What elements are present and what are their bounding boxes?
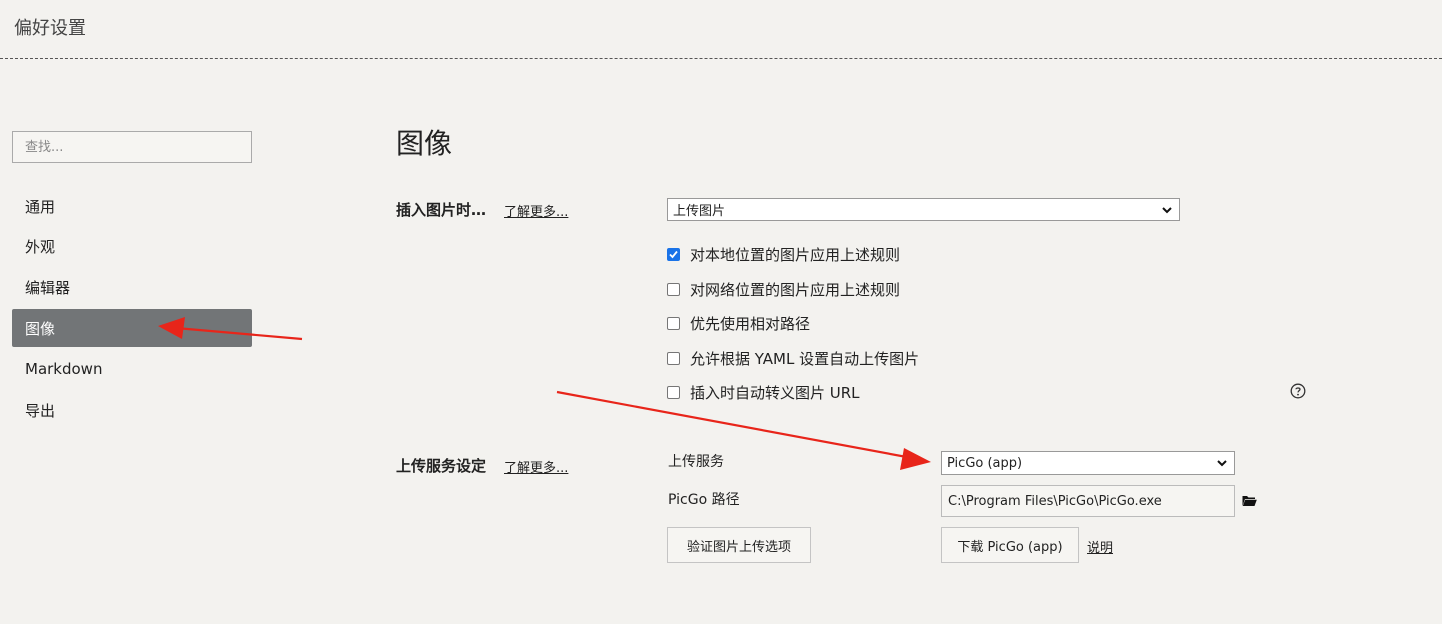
sidebar-item-label: 外观	[25, 237, 56, 256]
checkbox-apply-network[interactable]: 对网络位置的图片应用上述规则	[667, 278, 900, 300]
checkbox-apply-local[interactable]: 对本地位置的图片应用上述规则	[667, 243, 900, 265]
sidebar-item-label: Markdown	[25, 360, 103, 378]
insert-image-action-select[interactable]: 上传图片	[667, 198, 1180, 221]
select-value: 上传图片	[673, 204, 726, 219]
checkbox-label: 插入时自动转义图片 URL	[690, 383, 860, 402]
sidebar-item-label: 通用	[25, 197, 56, 216]
upload-service-section-label: 上传服务设定	[396, 457, 487, 475]
checkbox-prefer-relative-path[interactable]: 优先使用相对路径	[667, 312, 810, 334]
checkbox-box[interactable]	[667, 385, 680, 399]
annotation-arrow-upload-service	[556, 390, 931, 470]
search-input[interactable]	[12, 131, 252, 163]
title-divider	[0, 58, 1442, 59]
page-title: 图像	[396, 127, 453, 160]
picgo-path-input[interactable]	[941, 485, 1235, 517]
checkbox-box[interactable]	[667, 351, 680, 365]
picgo-path-label: PicGo 路径	[668, 492, 740, 508]
checkbox-box[interactable]	[667, 316, 680, 330]
chevron-down-icon	[1217, 460, 1227, 467]
window-title: 偏好设置	[14, 18, 86, 39]
instructions-link[interactable]: 说明	[1087, 537, 1113, 556]
sidebar-item-editor[interactable]: 编辑器	[12, 268, 252, 306]
checkbox-box[interactable]	[667, 247, 680, 261]
select-value: PicGo (app)	[947, 455, 1023, 471]
checkbox-yaml-auto-upload[interactable]: 允许根据 YAML 设置自动上传图片	[667, 347, 919, 369]
sidebar-item-label: 图像	[25, 319, 56, 338]
checkbox-label: 对网络位置的图片应用上述规则	[690, 280, 901, 299]
checkbox-label: 优先使用相对路径	[690, 314, 811, 333]
checkbox-label: 对本地位置的图片应用上述规则	[690, 245, 901, 264]
folder-icon[interactable]	[1242, 494, 1257, 507]
upload-service-select[interactable]: PicGo (app)	[941, 451, 1235, 475]
sidebar-item-general[interactable]: 通用	[12, 187, 252, 225]
checkbox-escape-url[interactable]: 插入时自动转义图片 URL	[667, 381, 860, 403]
download-picgo-button[interactable]: 下载 PicGo (app)	[941, 527, 1079, 563]
question-circle-icon[interactable]	[1290, 383, 1306, 399]
upload-learn-more-link[interactable]: 了解更多...	[504, 457, 568, 476]
sidebar-item-label: 导出	[25, 401, 56, 420]
insert-image-section-label: 插入图片时…	[396, 201, 487, 219]
checkbox-box[interactable]	[667, 282, 680, 296]
sidebar-item-label: 编辑器	[25, 278, 71, 297]
checkbox-label: 允许根据 YAML 设置自动上传图片	[690, 349, 920, 368]
sidebar-item-image[interactable]: 图像	[12, 309, 252, 347]
insert-learn-more-link[interactable]: 了解更多...	[504, 201, 568, 220]
sidebar-item-export[interactable]: 导出	[12, 391, 252, 429]
verify-upload-button[interactable]: 验证图片上传选项	[667, 527, 811, 563]
sidebar-item-appearance[interactable]: 外观	[12, 227, 252, 265]
checkmark-icon	[669, 250, 678, 258]
upload-service-label: 上传服务	[668, 454, 724, 470]
chevron-down-icon	[1162, 206, 1172, 213]
preferences-window: 偏好设置 通用 外观 编辑器 图像 Markdown 导出 图像 插入图片时… …	[0, 0, 1442, 624]
sidebar-item-markdown[interactable]: Markdown	[12, 350, 252, 388]
